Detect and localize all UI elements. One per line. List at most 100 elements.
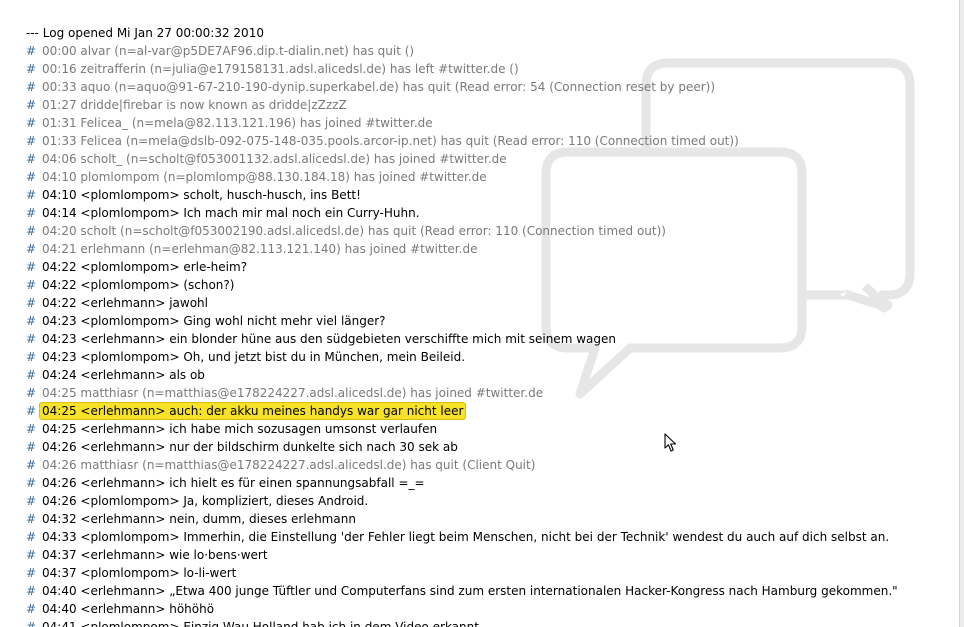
line-marker: # [26,530,37,544]
line-text: 04:26 <erlehmann> nur der bildschirm dun… [42,440,458,454]
line-text: 04:10 <plomlompom> scholt, husch-husch, … [42,188,361,202]
chat-message-line: #04:10 <plomlompom> scholt, husch-husch,… [26,186,898,204]
line-text: 04:23 <plomlompom> Ging wohl nicht mehr … [42,314,386,328]
line-text: 04:22 <plomlompom> (schon?) [42,278,235,292]
chat-message-line: #04:26 <erlehmann> nur der bildschirm du… [26,438,898,456]
line-marker: # [26,80,37,94]
chat-message-line: #04:41 <plomlompom> Einzig Wau Holland h… [26,618,898,627]
chat-message-line: #04:14 <plomlompom> Ich mach mir mal noc… [26,204,898,222]
line-marker: # [26,584,37,598]
event-line: #01:33 Felicea (n=mela@dslb-092-075-148-… [26,132,898,150]
line-text: 04:37 <plomlompom> lo-li-wert [42,566,237,580]
line-text: 04:22 <plomlompom> erle-heim? [42,260,248,274]
log-opened-header: --- Log opened Mi Jan 27 00:00:32 2010 [26,26,264,40]
chat-message-line: #04:26 <erlehmann> ich hielt es für eine… [26,474,898,492]
event-line: #04:06 scholt_ (n=scholt@f053001132.adsl… [26,150,898,168]
chat-message-line: #04:24 <erlehmann> als ob [26,366,898,384]
line-marker: # [26,350,37,364]
line-marker: # [26,278,37,292]
event-line: #00:16 zeitrafferin (n=julia@e179158131.… [26,60,898,78]
line-marker: # [26,512,37,526]
line-marker: # [26,458,37,472]
line-text: 04:41 <plomlompom> Einzig Wau Holland ha… [42,620,483,627]
chat-message-line: #04:25 <erlehmann> auch: der akku meines… [26,402,898,420]
line-text: 04:23 <plomlompom> Oh, und jetzt bist du… [42,350,466,364]
line-marker: # [26,314,37,328]
line-text: 04:25 matthiasr (n=matthias@e178224227.a… [42,386,544,400]
line-text: 04:23 <erlehmann> ein blonder hüne aus d… [42,332,616,346]
line-marker: # [26,170,37,184]
line-marker: # [26,62,37,76]
line-marker: # [26,116,37,130]
event-line: #04:26 matthiasr (n=matthias@e178224227.… [26,456,898,474]
irc-log: --- Log opened Mi Jan 27 00:00:32 2010 #… [26,24,898,627]
line-marker: # [26,98,37,112]
chat-message-line: #04:23 <erlehmann> ein blonder hüne aus … [26,330,898,348]
mouse-pointer-icon [664,433,677,452]
line-marker: # [26,332,37,346]
chat-message-line: #04:32 <erlehmann> nein, dumm, dieses er… [26,510,898,528]
event-line: #04:10 plomlompom (n=plomlomp@88.130.184… [26,168,898,186]
line-marker: # [26,152,37,166]
event-line: #00:33 aquo (n=aquo@91-67-210-190-dynip.… [26,78,898,96]
line-marker: # [26,620,37,627]
chat-message-line: #04:23 <plomlompom> Ging wohl nicht mehr… [26,312,898,330]
line-marker: # [26,566,37,580]
chat-message-line: #04:23 <plomlompom> Oh, und jetzt bist d… [26,348,898,366]
chat-message-line: #04:40 <erlehmann> höhöhö [26,600,898,618]
chat-message-line: #04:22 <plomlompom> (schon?) [26,276,898,294]
event-line: #04:21 erlehmann (n=erlehman@82.113.121.… [26,240,898,258]
line-marker: # [26,296,37,310]
chat-message-line: #04:22 <erlehmann> jawohl [26,294,898,312]
line-text: 04:10 plomlompom (n=plomlomp@88.130.184.… [42,170,487,184]
event-line: #01:31 Felicea_ (n=mela@82.113.121.196) … [26,114,898,132]
line-marker: # [26,206,37,220]
line-marker: # [26,242,37,256]
event-line: #00:00 alvar (n=al-var@p5DE7AF96.dip.t-d… [26,42,898,60]
line-marker: # [26,224,37,238]
line-text: 00:33 aquo (n=aquo@91-67-210-190-dynip.s… [42,80,716,94]
line-text: 04:40 <erlehmann> „Etwa 400 junge Tüftle… [42,584,898,598]
highlighted-message-text: 04:25 <erlehmann> auch: der akku meines … [39,402,467,420]
line-text: 00:00 alvar (n=al-var@p5DE7AF96.dip.t-di… [42,44,415,58]
line-text: 04:20 scholt (n=scholt@f053002190.adsl.a… [42,224,666,238]
line-marker: # [26,44,37,58]
chat-message-line: #04:37 <plomlompom> lo-li-wert [26,564,898,582]
chat-message-line: #04:25 <erlehmann> ich habe mich sozusag… [26,420,898,438]
scrollbar[interactable] [959,0,964,627]
log-viewport[interactable]: --- Log opened Mi Jan 27 00:00:32 2010 #… [0,0,964,627]
line-marker: # [26,602,37,616]
chat-message-line: #04:37 <erlehmann> wie lo·bens·wert [26,546,898,564]
line-marker: # [26,494,37,508]
event-line: #04:20 scholt (n=scholt@f053002190.adsl.… [26,222,898,240]
line-marker: # [26,260,37,274]
line-marker: # [26,476,37,490]
line-text: 04:25 <erlehmann> ich habe mich sozusage… [42,422,438,436]
event-line: #04:25 matthiasr (n=matthias@e178224227.… [26,384,898,402]
event-line: #01:27 dridde|firebar is now known as dr… [26,96,898,114]
line-marker: # [26,440,37,454]
line-marker: # [26,188,37,202]
line-marker: # [26,134,37,148]
line-text: 01:31 Felicea_ (n=mela@82.113.121.196) h… [42,116,433,130]
line-text: 04:26 <erlehmann> ich hielt es für einen… [42,476,425,490]
line-marker: # [26,548,37,562]
line-text: 04:21 erlehmann (n=erlehman@82.113.121.1… [42,242,478,256]
line-text: 01:27 dridde|firebar is now known as dri… [42,98,347,112]
line-text: 01:33 Felicea (n=mela@dslb-092-075-148-0… [42,134,739,148]
line-text: 04:40 <erlehmann> höhöhö [42,602,215,616]
log-lines: #00:00 alvar (n=al-var@p5DE7AF96.dip.t-d… [26,42,898,627]
line-text: 04:26 matthiasr (n=matthias@e178224227.a… [42,458,536,472]
line-text: 04:37 <erlehmann> wie lo·bens·wert [42,548,268,562]
line-text: 04:33 <plomlompom> Immerhin, die Einstel… [42,530,890,544]
line-text: 00:16 zeitrafferin (n=julia@e179158131.a… [42,62,519,76]
line-text: 04:24 <erlehmann> als ob [42,368,205,382]
line-marker: # [26,386,37,400]
chat-message-line: #04:33 <plomlompom> Immerhin, die Einste… [26,528,898,546]
line-text: 04:14 <plomlompom> Ich mach mir mal noch… [42,206,420,220]
line-text: 04:22 <erlehmann> jawohl [42,296,208,310]
line-text: 04:06 scholt_ (n=scholt@f053001132.adsl.… [42,152,507,166]
chat-message-line: #04:40 <erlehmann> „Etwa 400 junge Tüftl… [26,582,898,600]
line-marker: # [26,422,37,436]
chat-message-line: #04:22 <plomlompom> erle-heim? [26,258,898,276]
